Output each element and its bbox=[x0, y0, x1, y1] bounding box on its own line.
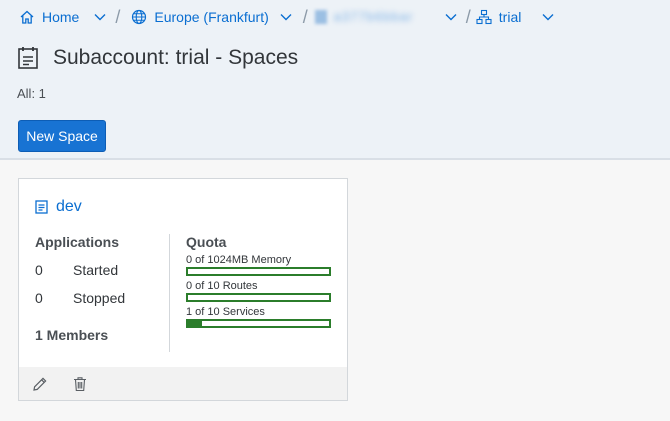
card-footer bbox=[19, 367, 347, 400]
quota-services-fill bbox=[188, 321, 203, 326]
space-name: dev bbox=[56, 198, 82, 215]
quota-routes-bar bbox=[186, 293, 331, 302]
breadcrumb-separator: / bbox=[302, 7, 308, 27]
quota-services-label: 1 of 10 Services bbox=[186, 306, 265, 318]
breadcrumb-home-label: Home bbox=[42, 9, 80, 25]
quota-memory: 0 of 1024MB Memory bbox=[186, 254, 336, 276]
page-header: Subaccount: trial - Spaces All: 1 New Sp… bbox=[0, 34, 670, 160]
delete-icon[interactable] bbox=[71, 375, 89, 393]
breadcrumb-separator: / bbox=[465, 7, 471, 27]
quota-section: Quota 0 of 1024MB Memory 0 of 10 Routes … bbox=[186, 234, 336, 328]
space-card: dev Applications 0 Started 0 Stopped 1 M… bbox=[18, 178, 348, 401]
stopped-count: 0 bbox=[35, 290, 43, 306]
home-icon bbox=[18, 8, 36, 26]
space-link[interactable]: dev bbox=[35, 198, 82, 216]
applications-heading: Applications bbox=[35, 234, 120, 250]
started-row: 0 Started bbox=[35, 262, 170, 278]
spaces-count: All: 1 bbox=[17, 86, 46, 101]
started-count: 0 bbox=[35, 262, 43, 278]
breadcrumb-region-label: Europe (Frankfurt) bbox=[154, 9, 269, 25]
breadcrumb-subaccount[interactable]: trial bbox=[475, 0, 522, 34]
breadcrumb-home[interactable]: Home bbox=[18, 0, 79, 34]
space-icon bbox=[35, 200, 48, 214]
edit-icon[interactable] bbox=[31, 375, 49, 393]
breadcrumb-region[interactable]: Europe (Frankfurt) bbox=[130, 0, 269, 34]
started-label: Started bbox=[73, 262, 119, 278]
quota-heading: Quota bbox=[186, 234, 227, 250]
quota-memory-bar bbox=[186, 267, 331, 276]
quota-routes: 0 of 10 Routes bbox=[186, 280, 336, 302]
quota-memory-label: 0 of 1024MB Memory bbox=[186, 254, 292, 266]
applications-section: Applications 0 Started 0 Stopped 1 Membe… bbox=[35, 234, 170, 343]
section-divider bbox=[169, 234, 170, 352]
quota-services-bar bbox=[186, 319, 331, 328]
page-icon bbox=[17, 46, 39, 70]
stopped-row: 0 Stopped bbox=[35, 290, 170, 306]
breadcrumb-account[interactable]: a377b6bbar bbox=[312, 0, 434, 34]
new-space-button[interactable]: New Space bbox=[18, 120, 106, 152]
breadcrumb: Home / Europe (Frankfurt) / a377b6bbar /… bbox=[0, 0, 670, 34]
hierarchy-icon bbox=[475, 8, 493, 26]
page-title: Subaccount: trial - Spaces bbox=[53, 46, 299, 69]
account-icon bbox=[312, 8, 330, 26]
chevron-down-icon[interactable] bbox=[444, 10, 458, 24]
chevron-down-icon[interactable] bbox=[541, 10, 555, 24]
globe-icon bbox=[130, 8, 148, 26]
quota-routes-label: 0 of 10 Routes bbox=[186, 280, 258, 292]
breadcrumb-separator: / bbox=[115, 7, 121, 27]
title-row: Subaccount: trial - Spaces bbox=[17, 46, 298, 70]
stopped-label: Stopped bbox=[73, 290, 126, 306]
quota-services: 1 of 10 Services bbox=[186, 306, 336, 328]
chevron-down-icon[interactable] bbox=[93, 10, 107, 24]
members-count: 1 Members bbox=[35, 327, 109, 343]
breadcrumb-subaccount-label: trial bbox=[498, 9, 522, 25]
chevron-down-icon[interactable] bbox=[279, 10, 293, 24]
breadcrumb-account-label: a377b6bbar bbox=[333, 9, 414, 24]
